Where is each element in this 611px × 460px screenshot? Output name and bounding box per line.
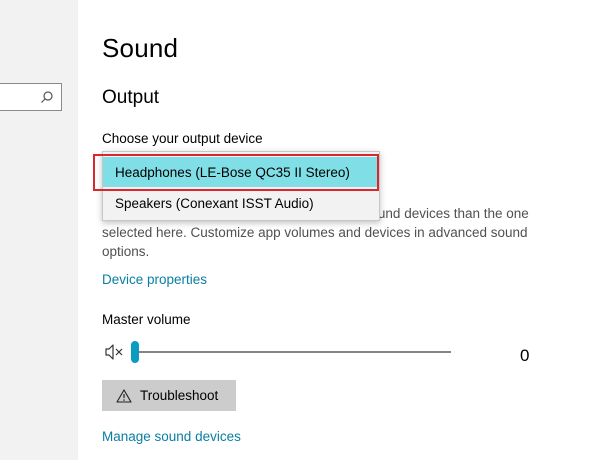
master-volume-slider-thumb[interactable] <box>131 341 139 363</box>
dropdown-option-headphones[interactable]: Headphones (LE-Bose QC35 II Stereo) <box>103 157 379 187</box>
page-title: Sound <box>102 33 179 63</box>
navigation-pane <box>0 0 78 460</box>
search-input[interactable] <box>0 83 62 111</box>
master-volume-label: Master volume <box>102 312 191 327</box>
troubleshoot-label: Troubleshoot <box>140 388 219 403</box>
speaker-muted-icon[interactable] <box>104 343 124 361</box>
sound-settings-content: Sound Output Choose your output device C… <box>102 0 611 460</box>
dropdown-option-speakers[interactable]: Speakers (Conexant ISST Audio) <box>103 188 379 218</box>
manage-sound-devices-link[interactable]: Manage sound devices <box>102 429 241 444</box>
output-device-label: Choose your output device <box>102 131 263 146</box>
warning-icon <box>116 388 132 403</box>
master-volume-slider-track[interactable] <box>138 351 451 353</box>
output-device-dropdown[interactable]: Headphones (LE-Bose QC35 II Stereo) Spea… <box>102 151 380 221</box>
device-properties-link[interactable]: Device properties <box>102 272 207 287</box>
troubleshoot-button[interactable]: Troubleshoot <box>102 380 236 411</box>
output-section-title: Output <box>102 87 160 108</box>
search-icon[interactable] <box>40 90 54 104</box>
master-volume-value: 0 <box>520 346 530 365</box>
